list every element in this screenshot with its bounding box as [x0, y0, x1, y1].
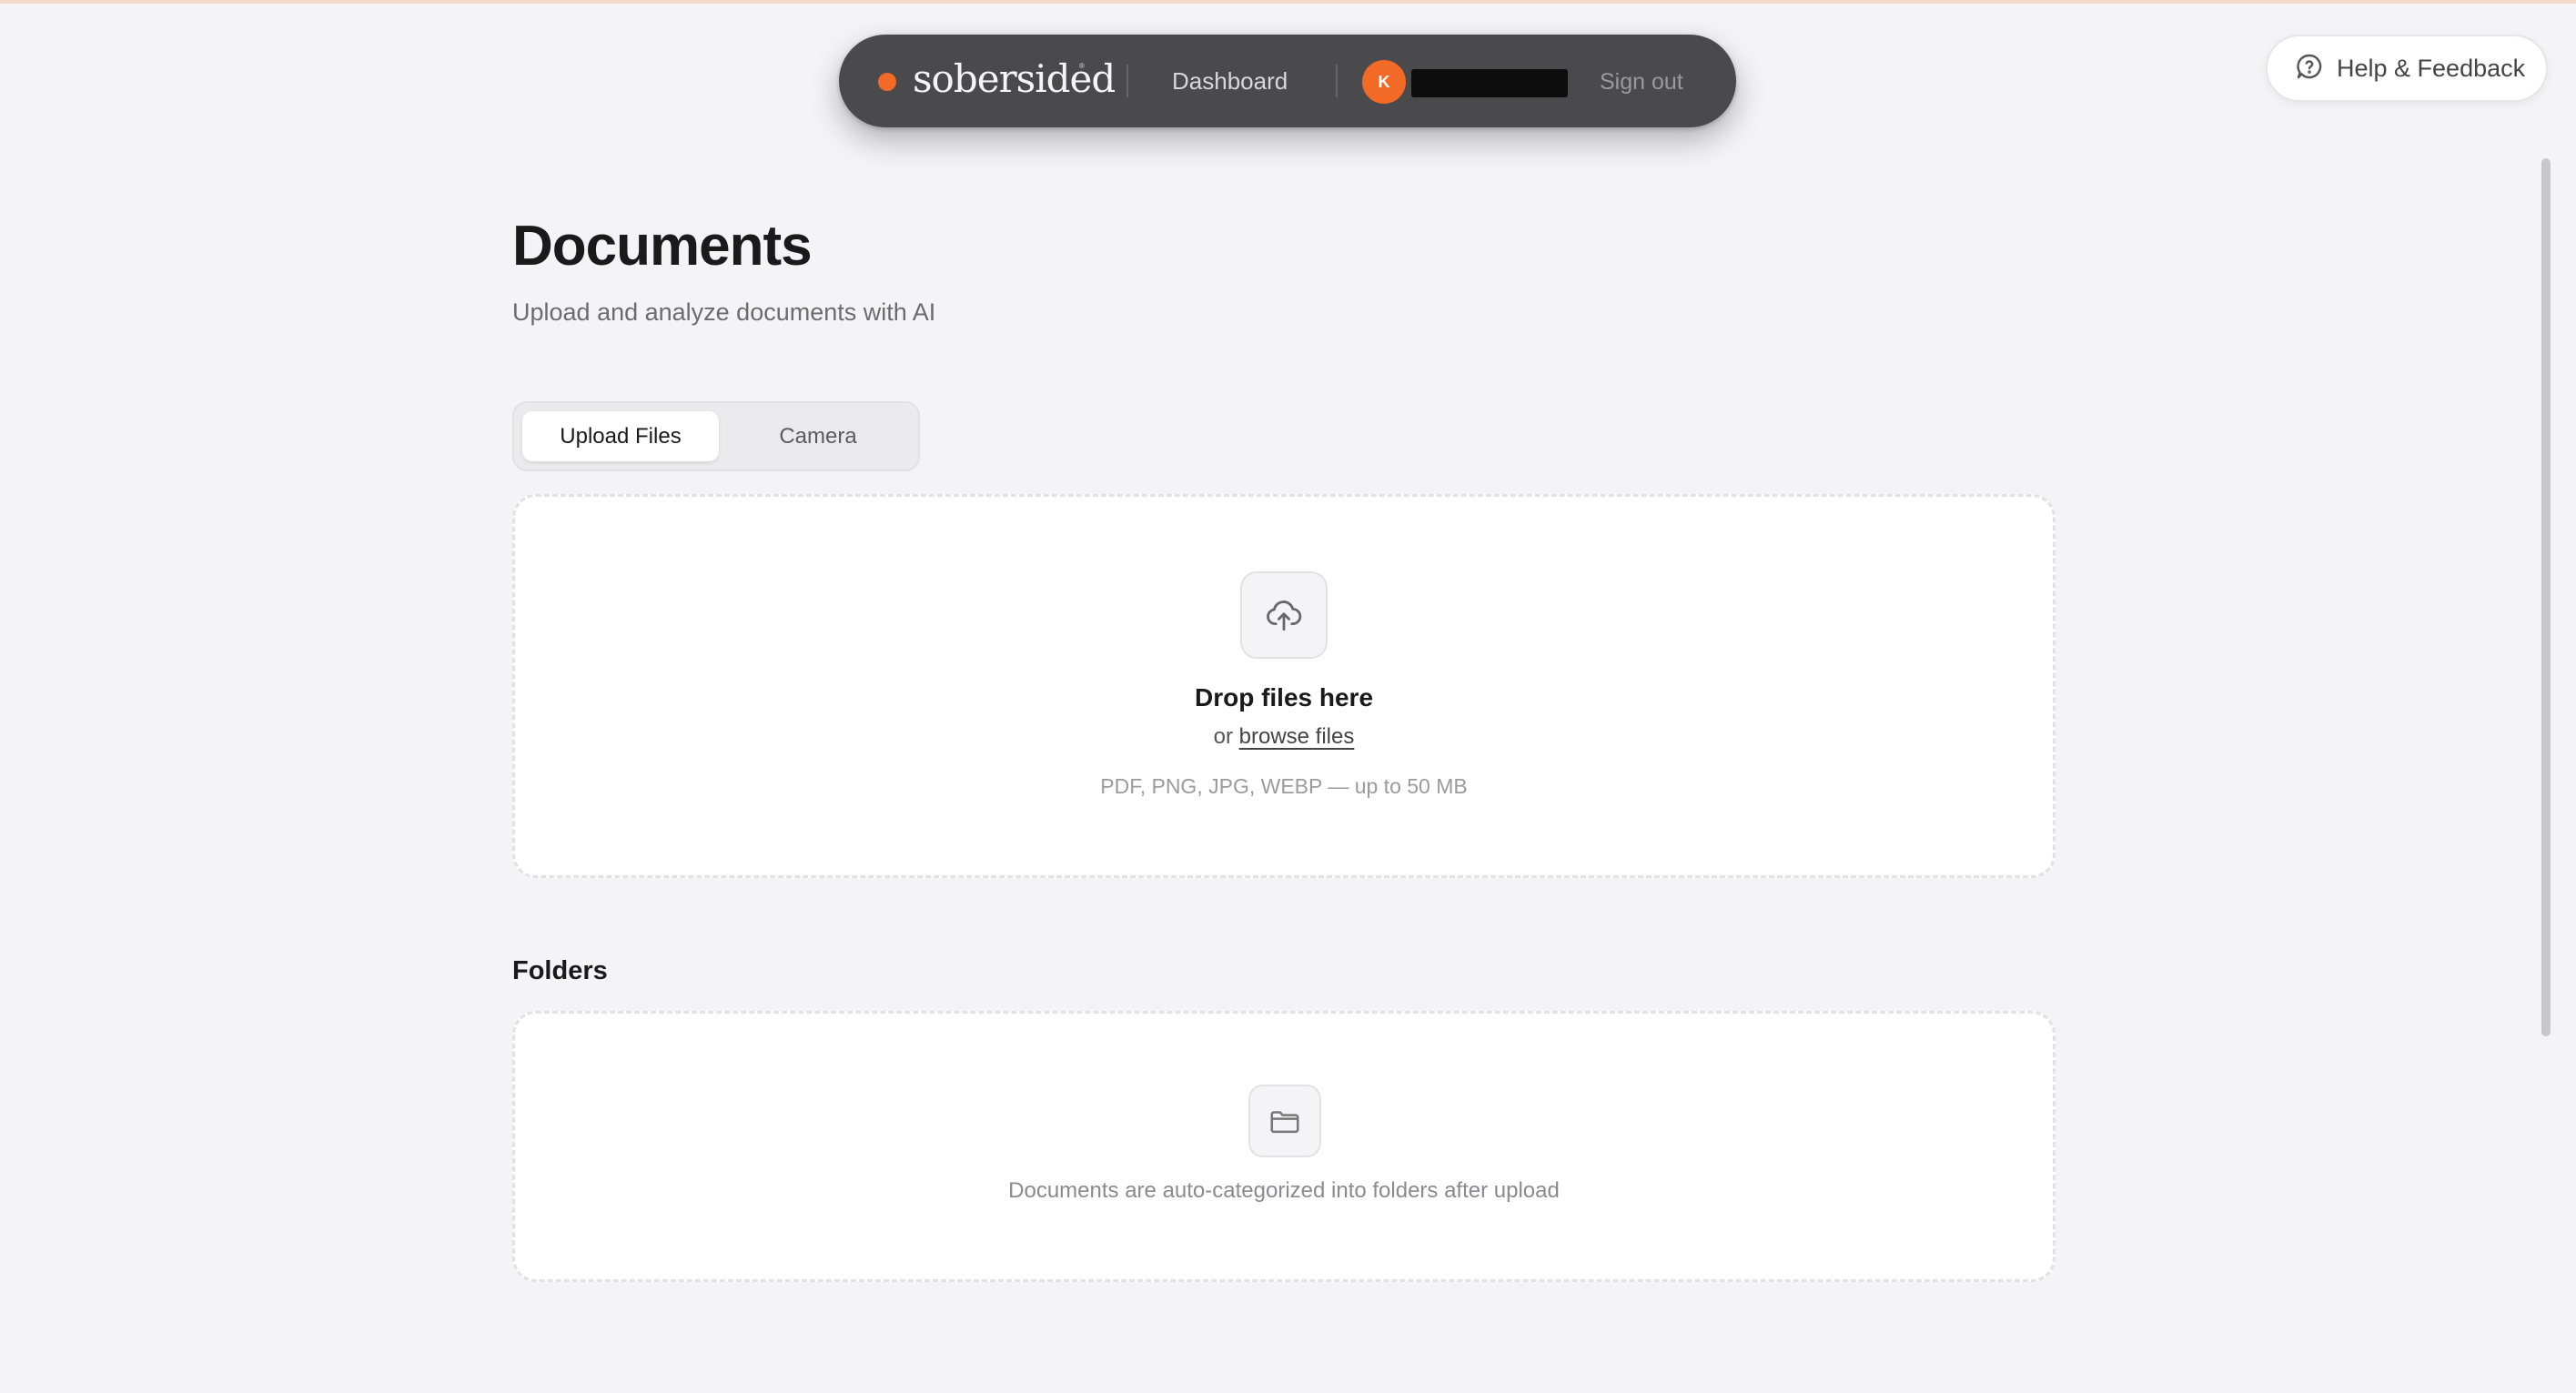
sign-out-button[interactable]: Sign out: [1600, 66, 1683, 97]
browse-files-link[interactable]: browse files: [1239, 724, 1355, 749]
tab-camera[interactable]: Camera: [722, 411, 914, 461]
avatar[interactable]: K: [1362, 60, 1406, 104]
folders-empty-text: Documents are auto-categorized into fold…: [1008, 1178, 1560, 1203]
folders-heading: Folders: [512, 956, 608, 985]
top-accent-line: [0, 0, 2576, 4]
brand-dot-icon: [878, 73, 896, 91]
dropzone-file-types-hint: PDF, PNG, JPG, WEBP — up to 50 MB: [1100, 774, 1468, 798]
redacted-user-name: [1411, 69, 1568, 97]
dropzone-or-text: or: [1213, 724, 1233, 749]
brand-registered-mark: ®: [1079, 62, 1085, 70]
page-title: Documents: [512, 215, 813, 278]
top-nav: sobersided ® Dashboard K Sign out: [839, 35, 1736, 127]
nav-divider: [1336, 65, 1338, 97]
help-feedback-label: Help & Feedback: [2337, 55, 2526, 82]
dropzone-browse-line: or browse files: [515, 722, 2053, 752]
page-scrollbar[interactable]: [2541, 158, 2551, 1036]
nav-divider: [1126, 65, 1128, 97]
file-dropzone[interactable]: Drop files here or browse files PDF, PNG…: [512, 494, 2056, 878]
help-feedback-button[interactable]: Help & Feedback: [2266, 35, 2548, 102]
help-circle-icon: [2295, 52, 2324, 86]
tab-upload-files[interactable]: Upload Files: [522, 411, 719, 461]
cloud-upload-icon: [1240, 571, 1328, 659]
nav-dashboard-link[interactable]: Dashboard: [1172, 66, 1288, 96]
page-subtitle: Upload and analyze documents with AI: [512, 298, 936, 326]
upload-mode-tabs: Upload Files Camera: [512, 401, 920, 471]
dropzone-title: Drop files here: [1194, 683, 1374, 712]
folder-icon: [1248, 1085, 1321, 1157]
folders-empty-state: Documents are auto-categorized into fold…: [512, 1011, 2056, 1282]
